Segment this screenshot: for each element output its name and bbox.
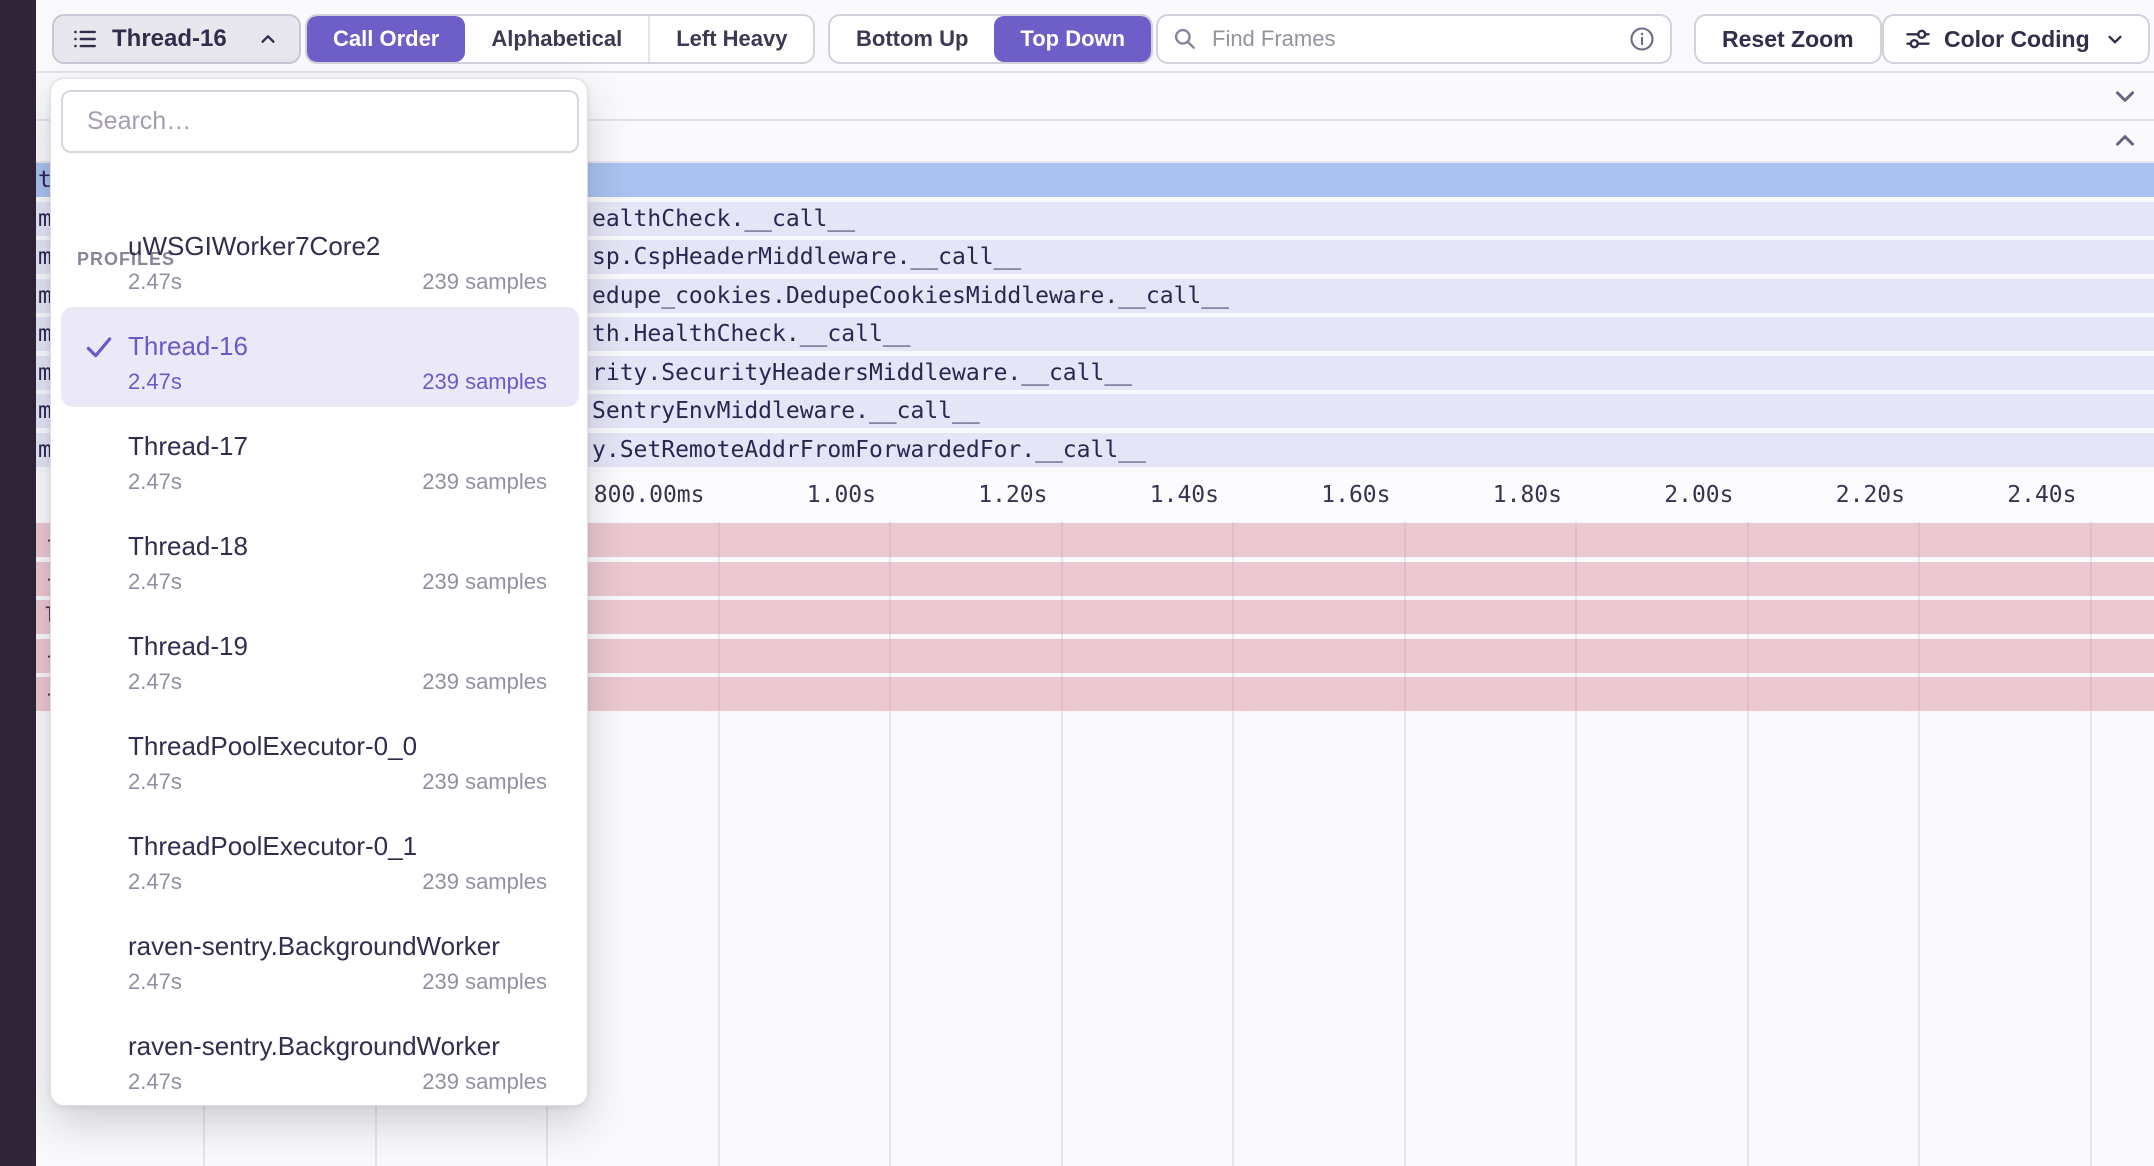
sort-option-alphabetical[interactable]: Alphabetical	[465, 16, 648, 62]
time-axis-tick: 1.80s	[1493, 482, 1562, 508]
sort-order-segmented-control: Call OrderAlphabeticalLeft Heavy	[305, 14, 815, 64]
time-axis-tick: 2.20s	[1836, 482, 1905, 508]
profile-item-threadpoolexecutor-0-1[interactable]: ThreadPoolExecutor-0_1 2.47s 239 samples	[61, 807, 579, 907]
profile-sample-count: 239 samples	[422, 969, 547, 995]
direction-option-top-down[interactable]: Top Down	[994, 16, 1151, 62]
color-coding-button[interactable]: Color Coding	[1882, 14, 2150, 64]
profile-duration: 2.47s	[128, 769, 182, 795]
chevron-up-icon	[255, 26, 281, 52]
dropdown-search-input[interactable]	[85, 106, 555, 137]
profile-duration: 2.47s	[128, 269, 182, 295]
thread-dropdown: PROFILES uWSGIWorker7Core22.47s239 sampl…	[50, 78, 588, 1106]
profile-sample-count: 239 samples	[422, 469, 547, 495]
profile-duration: 2.47s	[128, 1069, 182, 1095]
flame-row-label: ealthCheck.__call__	[592, 206, 855, 232]
flame-row-label: SentryEnvMiddleware.__call__	[592, 398, 980, 424]
profile-name: Thread-17	[128, 431, 248, 462]
sort-option-call-order[interactable]: Call Order	[307, 16, 465, 62]
info-icon[interactable]	[1628, 25, 1656, 53]
profile-duration: 2.47s	[128, 869, 182, 895]
search-icon	[1172, 26, 1198, 52]
thread-selector-label: Thread-16	[112, 25, 227, 53]
profile-sample-count: 239 samples	[422, 269, 547, 295]
time-axis-tick: 1.00s	[807, 482, 876, 508]
flame-row-label: sp.CspHeaderMiddleware.__call__	[592, 244, 1021, 270]
profile-item-thread-19[interactable]: Thread-19 2.47s 239 samples	[61, 607, 579, 707]
reset-zoom-label: Reset Zoom	[1722, 26, 1854, 53]
sort-option-left-heavy[interactable]: Left Heavy	[648, 16, 813, 62]
thread-selector-button[interactable]: Thread-16	[52, 14, 301, 64]
time-axis-tick: 1.40s	[1150, 482, 1219, 508]
profile-sample-count: 239 samples	[422, 669, 547, 695]
direction-segmented-control: Bottom UpTop Down	[828, 14, 1153, 64]
profile-item-thread-16[interactable]: Thread-16 2.47s 239 samples	[61, 307, 579, 407]
find-frames-input[interactable]	[1210, 25, 1616, 53]
flame-row-label: y.SetRemoteAddrFromForwardedFor.__call__	[592, 437, 1146, 463]
chevron-down-icon[interactable]	[2110, 81, 2140, 111]
profile-sample-count: 239 samples	[422, 1069, 547, 1095]
chevron-up-icon[interactable]	[2110, 126, 2140, 156]
flame-row-label: edupe_cookies.DedupeCookiesMiddleware.__…	[592, 283, 1229, 309]
time-axis-tick: 1.20s	[978, 482, 1047, 508]
profile-item-raven-sentry-backgroundworker[interactable]: raven-sentry.BackgroundWorker 2.47s 239 sa…	[61, 907, 579, 1007]
profile-name: ThreadPoolExecutor-0_0	[128, 731, 417, 762]
profile-item-threadpoolexecutor-0-0[interactable]: ThreadPoolExecutor-0_0 2.47s 239 samples	[61, 707, 579, 807]
profile-sample-count: 239 samples	[422, 869, 547, 895]
app-sidebar-strip	[0, 0, 36, 1166]
flame-row-label: rity.SecurityHeadersMiddleware.__call__	[592, 360, 1132, 386]
profile-duration: 2.47s	[128, 669, 182, 695]
profile-duration: 2.47s	[128, 969, 182, 995]
list-icon	[72, 26, 98, 52]
profile-item-thread-18[interactable]: Thread-18 2.47s 239 samples	[61, 507, 579, 607]
time-axis-tick: 800.00ms	[594, 482, 705, 508]
profile-name: ThreadPoolExecutor-0_1	[128, 831, 417, 862]
profiles-list: uWSGIWorker7Core22.47s239 samplesThread-…	[61, 207, 579, 1107]
profile-item-raven-sentry-backgroundworker-2[interactable]: raven-sentry.BackgroundWorker 2.47s 239 sa…	[61, 1007, 579, 1107]
find-frames-search[interactable]	[1156, 14, 1672, 64]
profile-name: Thread-18	[128, 531, 248, 562]
time-axis-tick: 2.40s	[2007, 482, 2076, 508]
flame-row-label: th.HealthCheck.__call__	[592, 321, 911, 347]
reset-zoom-button[interactable]: Reset Zoom	[1694, 14, 1882, 64]
profile-name: Thread-16	[128, 331, 248, 362]
profile-duration: 2.47s	[128, 369, 182, 395]
time-axis-tick: 1.60s	[1321, 482, 1390, 508]
check-icon	[83, 331, 117, 363]
profile-duration: 2.47s	[128, 469, 182, 495]
profile-sample-count: 239 samples	[422, 769, 547, 795]
profile-name: raven-sentry.BackgroundWorker	[128, 931, 500, 962]
chevron-down-icon	[2102, 26, 2128, 52]
profile-sample-count: 239 samples	[422, 369, 547, 395]
profile-sample-count: 239 samples	[422, 569, 547, 595]
profile-name: Thread-19	[128, 631, 248, 662]
profile-duration: 2.47s	[128, 569, 182, 595]
direction-option-bottom-up[interactable]: Bottom Up	[830, 16, 994, 62]
profile-item-uwsgiworker7core2[interactable]: uWSGIWorker7Core2 2.47s 239 samples	[61, 207, 579, 307]
profile-item-thread-17[interactable]: Thread-17 2.47s 239 samples	[61, 407, 579, 507]
sliders-icon	[1904, 25, 1932, 53]
profile-name: uWSGIWorker7Core2	[128, 231, 380, 262]
dropdown-search-field[interactable]	[61, 90, 579, 153]
color-coding-label: Color Coding	[1944, 26, 2090, 53]
profile-name: raven-sentry.BackgroundWorker	[128, 1031, 500, 1062]
profiler-window: 800.00ms 1.00s 1.20s 1.40s 1.60s 1.80s 2.00s 2.…	[0, 0, 2154, 1166]
time-axis-tick: 2.00s	[1664, 482, 1733, 508]
